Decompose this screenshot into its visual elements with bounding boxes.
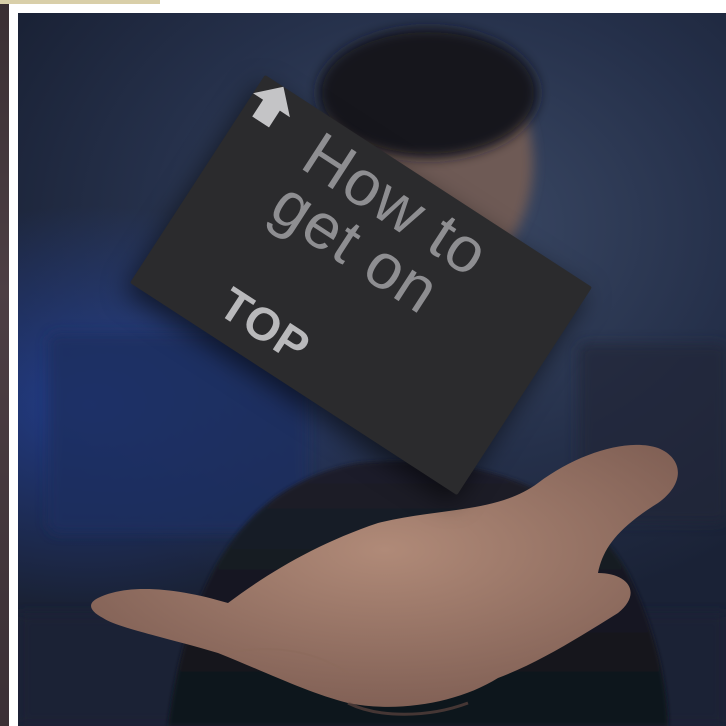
photo: How to get on TOP xyxy=(18,13,726,726)
top-edge-strip xyxy=(0,0,160,4)
left-edge-strip xyxy=(0,0,9,726)
image-frame: How to get on TOP xyxy=(0,0,726,726)
